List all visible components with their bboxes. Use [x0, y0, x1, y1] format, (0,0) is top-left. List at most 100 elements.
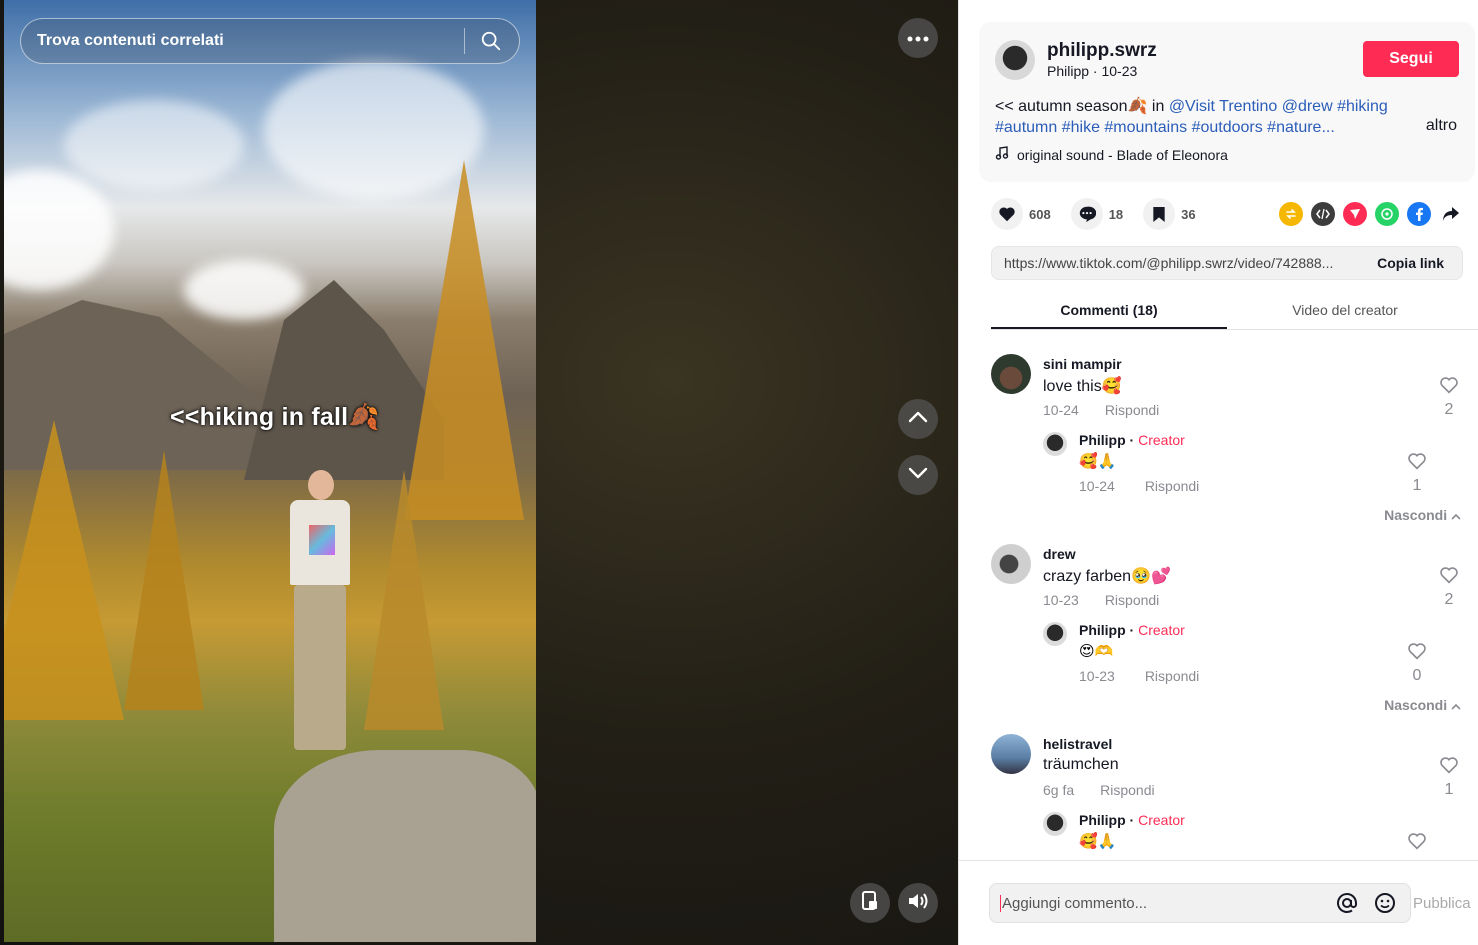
reply-date: 10-23 — [1079, 668, 1115, 684]
heart-icon[interactable] — [991, 198, 1023, 230]
comment-bubble-icon[interactable] — [1070, 198, 1103, 230]
chevron-down-icon — [908, 466, 928, 484]
hashtag-links[interactable]: #autumn #hike #mountains #outdoors #natu… — [995, 119, 1335, 136]
search-icon[interactable] — [477, 27, 505, 55]
cloud-shape — [184, 260, 304, 320]
comment-composer: Aggiungi commento... Pubblica — [959, 860, 1478, 945]
next-video-button[interactable] — [898, 455, 938, 495]
heart-outline-icon[interactable] — [1439, 757, 1459, 778]
bookmark-icon[interactable] — [1143, 198, 1176, 230]
heart-outline-icon[interactable] — [1407, 643, 1427, 664]
embed-code-icon[interactable] — [1311, 202, 1335, 226]
emoji-icon[interactable] — [1372, 890, 1398, 916]
comment-like-count: 2 — [1444, 591, 1454, 608]
commenter-name[interactable]: sini mampir — [1043, 356, 1122, 372]
music-info[interactable]: original sound - Blade of Eleonora — [995, 146, 1228, 163]
author-username[interactable]: philipp.swrz — [1047, 40, 1157, 62]
mention-at-icon[interactable] — [1334, 890, 1360, 916]
facebook-icon[interactable] — [1407, 202, 1431, 226]
heart-outline-icon[interactable] — [1407, 453, 1427, 474]
reply-button[interactable]: Rispondi — [1105, 402, 1159, 418]
author-nickname-date: Philipp · 10-23 — [1047, 63, 1138, 79]
video-frame[interactable] — [4, 0, 536, 942]
whatsapp-icon[interactable] — [1375, 202, 1399, 226]
comment-meta: 6g fa Rispondi — [1043, 782, 1155, 798]
reply-author[interactable]: Philipp · Creator — [1079, 622, 1185, 638]
hide-replies-button[interactable]: Nascondi — [1384, 697, 1461, 713]
volume-button[interactable] — [898, 883, 938, 923]
mention-link[interactable]: @Visit Trentino — [1169, 98, 1277, 115]
video-player-area: <<hiking in fall🍂 Trova contenuti correl… — [0, 0, 958, 945]
reply-author[interactable]: Philipp · Creator — [1079, 812, 1185, 828]
reply-author[interactable]: Philipp · Creator — [1079, 432, 1185, 448]
more-options-button[interactable] — [898, 18, 938, 58]
heart-outline-icon[interactable] — [1439, 567, 1459, 588]
follow-button[interactable]: Segui — [1363, 41, 1459, 77]
comment-like[interactable]: 1 — [1437, 756, 1461, 799]
heart-outline-icon[interactable] — [1439, 377, 1459, 398]
copy-link-button[interactable]: Copia link — [1377, 255, 1444, 271]
hashtag-link[interactable]: #hiking — [1337, 98, 1388, 115]
caption-text: << autumn season🍂 in — [995, 98, 1169, 115]
repost-icon[interactable] — [1279, 202, 1303, 226]
reply-date: 10-24 — [1079, 478, 1115, 494]
reply-text: 😍🫶 — [1079, 643, 1114, 660]
comment-date: 10-24 — [1043, 402, 1079, 418]
reply-meta: 10-23 Rispondi — [1079, 668, 1199, 684]
reply-button[interactable]: Rispondi — [1145, 668, 1199, 684]
save-action[interactable]: 36 — [1143, 198, 1196, 230]
mention-link[interactable]: @drew — [1282, 98, 1333, 115]
heart-outline-icon[interactable] — [1407, 833, 1427, 854]
save-count: 36 — [1181, 206, 1196, 222]
comment-action[interactable]: 18 — [1070, 198, 1124, 230]
commenter-name[interactable]: drew — [1043, 546, 1076, 562]
rock-shape — [274, 750, 536, 942]
commenter-avatar[interactable] — [991, 734, 1031, 774]
more-dots-icon — [907, 29, 929, 47]
send-to-friends-icon[interactable] — [1343, 202, 1367, 226]
more-caption-button[interactable]: altro — [1426, 117, 1457, 135]
previous-video-button[interactable] — [898, 399, 938, 439]
comment-date: 10-23 — [1043, 592, 1079, 608]
reply-like-count: 0 — [1412, 667, 1422, 684]
reply-button[interactable]: Rispondi — [1145, 478, 1199, 494]
creator-avatar[interactable] — [1043, 622, 1067, 646]
reply-text: 🥰🙏 — [1079, 453, 1117, 470]
engagement-actions: 608 18 36 — [991, 198, 1216, 230]
comment-like[interactable]: 2 — [1437, 376, 1461, 419]
hide-replies-button[interactable]: Nascondi — [1384, 507, 1461, 523]
comment-meta: 10-24 Rispondi — [1043, 402, 1159, 418]
picture-in-picture-button[interactable] — [850, 883, 890, 923]
video-url[interactable]: https://www.tiktok.com/@philipp.swrz/vid… — [1004, 255, 1377, 271]
copy-link-bar: https://www.tiktok.com/@philipp.swrz/vid… — [991, 246, 1463, 280]
reply-button[interactable]: Rispondi — [1100, 782, 1154, 798]
commenter-avatar[interactable] — [991, 354, 1031, 394]
creator-avatar[interactable] — [1043, 812, 1067, 836]
creator-avatar[interactable] — [1043, 432, 1067, 456]
comment-like[interactable]: 2 — [1437, 566, 1461, 609]
tab-comments[interactable]: Commenti (18) — [991, 292, 1227, 329]
music-title[interactable]: original sound - Blade of Eleonora — [1017, 147, 1228, 163]
larch-tree — [4, 420, 124, 720]
chevron-up-icon — [1451, 507, 1461, 523]
reply-text: 🥰🙏 — [1079, 833, 1117, 850]
search-placeholder[interactable]: Trova contenuti correlati — [37, 32, 464, 50]
comment-count: 18 — [1108, 206, 1124, 222]
related-search-bar[interactable]: Trova contenuti correlati — [20, 18, 520, 64]
commenter-name[interactable]: helistravel — [1043, 736, 1112, 752]
comment-input[interactable]: Aggiungi commento... — [989, 883, 1411, 923]
reply-like[interactable]: 0 — [1405, 642, 1429, 685]
reply-button[interactable]: Rispondi — [1105, 592, 1159, 608]
like-action[interactable]: 608 — [991, 198, 1051, 230]
music-note-icon — [995, 146, 1009, 163]
share-arrow-icon[interactable] — [1439, 202, 1463, 226]
comment-input-placeholder[interactable]: Aggiungi commento... — [1000, 894, 1334, 912]
reply-like[interactable]: 1 — [1405, 452, 1429, 495]
tab-creator-videos[interactable]: Video del creator — [1227, 292, 1463, 329]
commenter-avatar[interactable] — [991, 544, 1031, 584]
comment-text: crazy farben🥹💕 — [1043, 568, 1171, 585]
comment-like-count: 2 — [1444, 401, 1454, 418]
author-avatar[interactable] — [995, 40, 1035, 80]
publish-button[interactable]: Pubblica — [1413, 895, 1471, 912]
reply-like[interactable] — [1405, 832, 1429, 855]
